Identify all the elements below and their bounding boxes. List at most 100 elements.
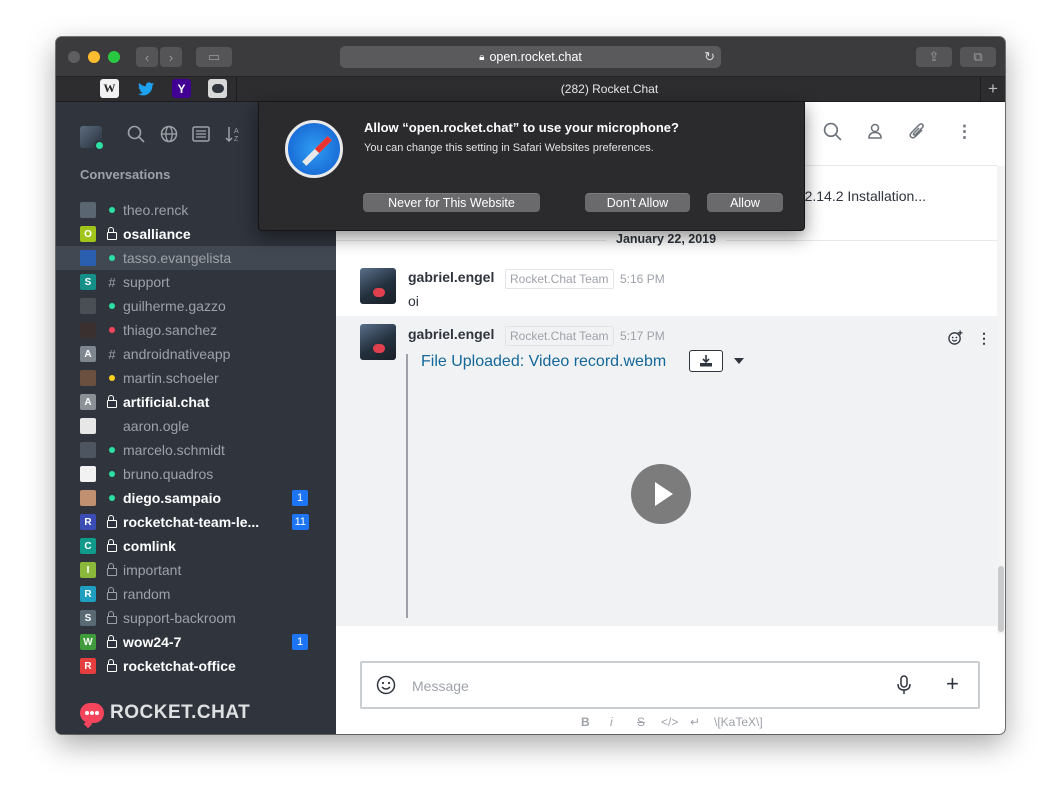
- yahoo-icon[interactable]: Y: [172, 79, 191, 98]
- sidebar-item-support[interactable]: S # support: [56, 270, 336, 294]
- sidebar-item-rocketchat-office[interactable]: Rrocketchat-office: [56, 654, 336, 678]
- bold-format-button[interactable]: B: [581, 715, 590, 729]
- reload-icon[interactable]: ↻: [704, 49, 715, 65]
- kebab-menu-icon[interactable]: ⋮: [956, 122, 973, 142]
- search-glyph: [127, 125, 145, 143]
- message-menu-icon[interactable]: ⋮: [977, 330, 991, 347]
- search-icon[interactable]: [127, 125, 145, 148]
- microphone-permission-dialog: Allow “open.rocket.chat” to use your mic…: [258, 101, 805, 231]
- code-format-icon[interactable]: </>: [661, 715, 678, 729]
- rocketchat-logo: ROCKET.CHAT: [80, 702, 250, 724]
- minimize-window-button[interactable]: [88, 51, 100, 63]
- svg-text:Z: Z: [234, 136, 239, 143]
- rocketchat-icon[interactable]: [208, 79, 227, 98]
- message-username[interactable]: gabriel.engel: [408, 269, 494, 285]
- share-button[interactable]: ⇪: [916, 47, 952, 67]
- room-avatar: C: [80, 538, 96, 554]
- sidebar-item-marcelo-schmidt[interactable]: marcelo.schmidt: [56, 438, 336, 462]
- sort-glyph: AZ: [225, 127, 239, 143]
- message-timestamp: 5:16 PM: [620, 272, 665, 286]
- logo-text: ROCKET.CHAT: [110, 702, 251, 723]
- sidebar-item-rocketchat-team-le[interactable]: Rrocketchat-team-le... 11: [56, 510, 336, 534]
- message-item: gabriel.engel Rocket.Chat Team 5:17 PM ⋮…: [336, 316, 997, 626]
- forward-button[interactable]: ›: [160, 47, 182, 67]
- sidebar-item-important[interactable]: Iimportant: [56, 558, 336, 582]
- message-text: oi: [408, 293, 419, 309]
- address-bar[interactable]: 🔒︎ open.rocket.chat ↻: [340, 46, 721, 68]
- attachment-title-link[interactable]: File Uploaded: Video record.webm: [421, 353, 666, 371]
- user-avatar[interactable]: [80, 126, 105, 151]
- tabs-overview-button[interactable]: ⧉: [960, 47, 996, 67]
- active-tab[interactable]: (282) Rocket.Chat: [236, 77, 982, 101]
- room-name: important: [123, 562, 182, 578]
- room-name: androidnativeapp: [123, 346, 231, 362]
- strike-format-button[interactable]: S: [637, 715, 645, 729]
- plus-icon[interactable]: +: [946, 671, 959, 697]
- sidebar-item-bruno-quadros[interactable]: bruno.quadros: [56, 462, 336, 486]
- user-info-icon[interactable]: [866, 122, 884, 145]
- video-play-button[interactable]: [631, 464, 691, 524]
- dont-allow-button[interactable]: Don't Allow: [585, 193, 690, 212]
- twitter-bird: [137, 81, 154, 95]
- sidebar-item-thiago-sanchez[interactable]: thiago.sanchez: [56, 318, 336, 342]
- room-avatar: [80, 202, 96, 218]
- italic-format-button[interactable]: i: [610, 715, 613, 729]
- scrollbar-thumb[interactable]: [998, 566, 1004, 632]
- sidebar-item-martin-schoeler[interactable]: martin.schoeler: [56, 366, 336, 390]
- zoom-window-button[interactable]: [108, 51, 120, 63]
- role-badge: Rocket.Chat Team: [505, 269, 614, 289]
- room-name: wow24-7: [123, 634, 182, 650]
- list-view-icon[interactable]: [192, 125, 210, 148]
- back-button[interactable]: ‹: [136, 47, 158, 67]
- sort-icon[interactable]: AZ: [225, 125, 243, 148]
- add-reaction-icon[interactable]: [948, 330, 963, 348]
- room-avatar: [80, 442, 96, 458]
- sidebar-item-androidnativeapp[interactable]: A # androidnativeapp: [56, 342, 336, 366]
- svg-text:A: A: [234, 128, 239, 135]
- message-input[interactable]: [410, 674, 834, 698]
- attachment-icon[interactable]: [908, 122, 926, 145]
- sidebar-item-artificial-chat[interactable]: Aartificial.chat: [56, 390, 336, 414]
- microphone-icon[interactable]: [896, 675, 912, 700]
- collapse-attachment-icon[interactable]: [734, 358, 744, 364]
- room-avatar: O: [80, 226, 96, 242]
- lock-icon: [106, 586, 118, 602]
- avatar[interactable]: [360, 324, 396, 360]
- lock-icon: [106, 562, 118, 578]
- sidebar-item-tasso-evangelista[interactable]: tasso.evangelista: [56, 246, 336, 270]
- search-messages-icon[interactable]: [823, 122, 842, 146]
- avatar[interactable]: [360, 268, 396, 304]
- download-button[interactable]: [689, 350, 723, 372]
- sidebar-item-aaron-ogle[interactable]: aaron.ogle: [56, 414, 336, 438]
- sidebar-item-diego-sampaio[interactable]: diego.sampaio 1: [56, 486, 336, 510]
- sidebar-toggle-button[interactable]: ▭: [196, 47, 232, 67]
- room-name: aaron.ogle: [123, 418, 190, 434]
- wikipedia-icon[interactable]: W: [100, 79, 119, 98]
- sidebar-item-comlink[interactable]: Ccomlink: [56, 534, 336, 558]
- online-status-dot: [94, 140, 105, 151]
- multiline-format-icon[interactable]: ↵: [690, 715, 700, 729]
- new-tab-button[interactable]: +: [980, 77, 1005, 101]
- sidebar-item-support-backroom[interactable]: Ssupport-backroom: [56, 606, 336, 630]
- emoji-icon[interactable]: [376, 675, 396, 700]
- directory-icon[interactable]: [160, 125, 178, 148]
- sidebar-item-random[interactable]: Rrandom: [56, 582, 336, 606]
- message-username[interactable]: gabriel.engel: [408, 326, 494, 342]
- apple-icon[interactable]: [64, 79, 83, 98]
- download-icon: [700, 355, 712, 367]
- mic-glyph: [897, 675, 911, 694]
- never-for-this-website-button[interactable]: Never for This Website: [363, 193, 540, 212]
- sidebar-item-guilherme-gazzo[interactable]: guilherme.gazzo: [56, 294, 336, 318]
- room-avatar: [80, 466, 96, 482]
- twitter-icon[interactable]: [136, 79, 155, 98]
- allow-button[interactable]: Allow: [707, 193, 783, 212]
- unread-badge: 11: [291, 514, 309, 530]
- sidebar-item-wow24-7[interactable]: Wwow24-7 1: [56, 630, 336, 654]
- list-glyph: [192, 126, 210, 142]
- status-dot-icon: [106, 202, 118, 218]
- katex-format-button[interactable]: \[KaTeX\]: [714, 715, 763, 729]
- scrollbar[interactable]: [997, 166, 1005, 634]
- room-avatar: I: [80, 562, 96, 578]
- close-window-button[interactable]: [68, 51, 80, 63]
- room-name: tasso.evangelista: [123, 250, 232, 266]
